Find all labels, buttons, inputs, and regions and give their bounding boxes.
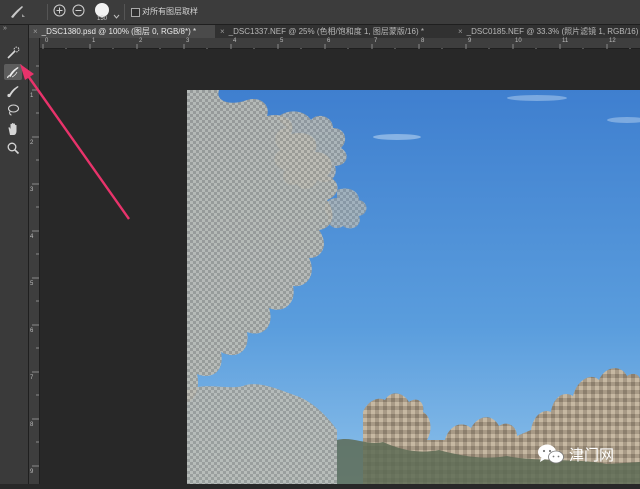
wechat-icon — [537, 443, 565, 465]
watermark-text: 津门网 — [569, 446, 615, 464]
annotation-arrow — [20, 64, 130, 220]
